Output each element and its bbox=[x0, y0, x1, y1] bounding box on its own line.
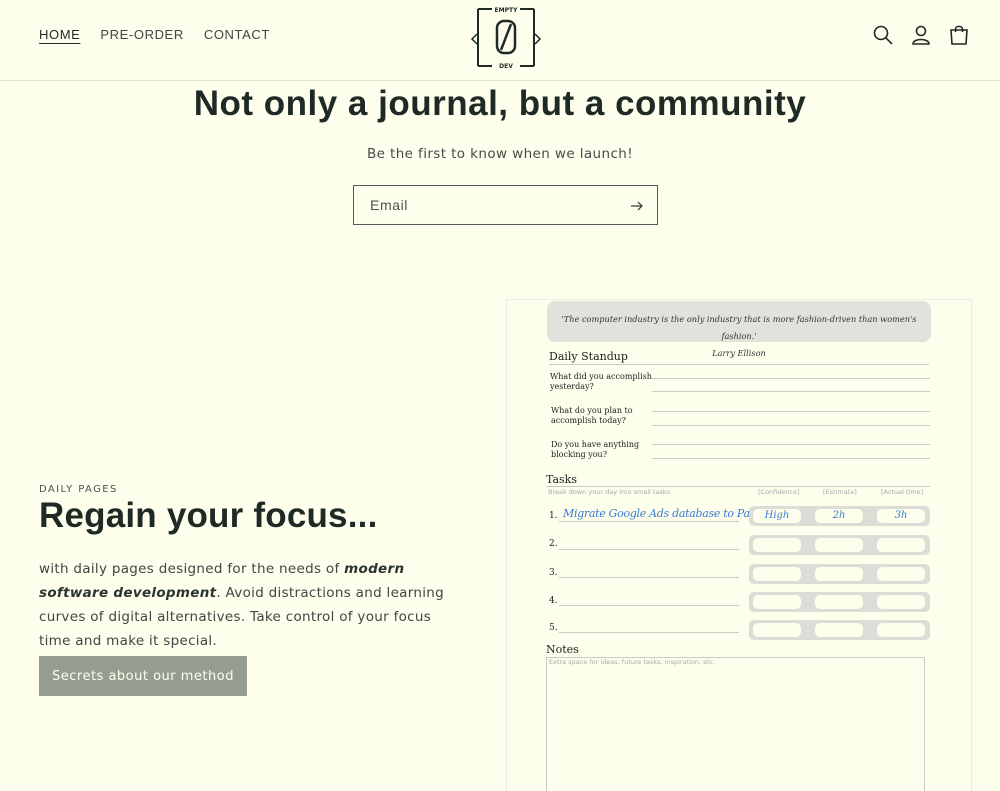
logo-bottom-text: DEV bbox=[499, 63, 513, 70]
newsletter-title: Not only a journal, but a community bbox=[193, 84, 807, 123]
answer-line bbox=[652, 444, 930, 445]
task-metrics bbox=[749, 535, 930, 555]
email-form bbox=[353, 185, 658, 225]
standup-heading: Daily Standup bbox=[549, 350, 628, 363]
feature-title: Regain your focus... bbox=[39, 496, 378, 535]
task-number: 2. bbox=[549, 539, 558, 549]
email-input[interactable] bbox=[354, 186, 614, 224]
standup-question: Do you have anything blocking you? bbox=[551, 440, 639, 460]
empty-pill bbox=[877, 538, 925, 552]
task-number: 1. bbox=[549, 511, 558, 521]
journal-quote-text: 'The computer industry is the only indus… bbox=[561, 314, 917, 341]
empty-pill bbox=[877, 567, 925, 581]
task-number: 5. bbox=[549, 623, 558, 633]
task-line bbox=[559, 521, 739, 522]
question-line: What did you accomplish bbox=[550, 372, 652, 381]
task-text: Migrate Google Ads database to PaaS bbox=[563, 507, 764, 520]
notes-box bbox=[546, 657, 925, 791]
feature-text-before: with daily pages designed for the needs … bbox=[39, 561, 345, 577]
feature-eyebrow: DAILY PAGES bbox=[39, 484, 118, 495]
task-metrics bbox=[749, 564, 930, 584]
notes-heading: Notes bbox=[546, 643, 579, 656]
cart-icon[interactable] bbox=[948, 24, 970, 46]
nav-home[interactable]: HOME bbox=[39, 27, 80, 43]
col-confidence: [Confidence] bbox=[758, 488, 800, 496]
task-line bbox=[559, 549, 739, 550]
col-estimate: [Estimate] bbox=[823, 488, 857, 496]
search-icon[interactable] bbox=[872, 24, 894, 46]
answer-line bbox=[652, 378, 930, 379]
empty-pill bbox=[877, 623, 925, 637]
confidence-value: High bbox=[753, 509, 801, 523]
empty-pill bbox=[815, 567, 863, 581]
header-icons bbox=[872, 24, 970, 46]
divider bbox=[549, 364, 929, 365]
tasks-hint: Break down your day into small tasks bbox=[548, 488, 671, 496]
empty-pill bbox=[753, 538, 801, 552]
empty-pill bbox=[815, 595, 863, 609]
answer-line bbox=[652, 425, 930, 426]
empty-pill bbox=[753, 567, 801, 581]
task-line bbox=[559, 577, 739, 578]
method-cta-button[interactable]: Secrets about our method bbox=[39, 656, 247, 696]
question-line: yesterday? bbox=[550, 382, 594, 391]
estimate-value: 2h bbox=[815, 509, 863, 523]
answer-line bbox=[652, 458, 930, 459]
tasks-heading: Tasks bbox=[546, 473, 577, 486]
question-line: blocking you? bbox=[551, 450, 607, 459]
nav-contact[interactable]: CONTACT bbox=[204, 27, 270, 43]
task-line bbox=[559, 632, 739, 633]
task-number: 3. bbox=[549, 568, 558, 578]
task-line bbox=[559, 605, 739, 606]
empty-pill bbox=[815, 538, 863, 552]
actual-value: 3h bbox=[877, 509, 925, 523]
journal-page-image: 'The computer industry is the only indus… bbox=[506, 299, 972, 791]
task-metrics bbox=[749, 592, 930, 612]
arrow-right-icon[interactable] bbox=[629, 198, 645, 214]
task-metrics bbox=[749, 620, 930, 640]
col-actual: [Actual time] bbox=[881, 488, 924, 496]
empty-pill bbox=[815, 623, 863, 637]
empty-pill bbox=[753, 623, 801, 637]
account-icon[interactable] bbox=[910, 24, 932, 46]
empty-pill bbox=[753, 595, 801, 609]
empty-pill bbox=[877, 595, 925, 609]
standup-question: What do you plan to accomplish today? bbox=[551, 406, 633, 426]
newsletter-subtitle: Be the first to know when we launch! bbox=[366, 146, 634, 162]
standup-question: What did you accomplish yesterday? bbox=[550, 372, 652, 392]
question-line: Do you have anything bbox=[551, 440, 640, 449]
site-logo[interactable]: EMPTY DEV bbox=[470, 4, 542, 70]
nav-pre-order[interactable]: PRE-ORDER bbox=[100, 27, 183, 43]
question-line: accomplish today? bbox=[551, 416, 626, 425]
answer-line bbox=[652, 391, 930, 392]
answer-line bbox=[652, 411, 930, 412]
main-nav: HOME PRE-ORDER CONTACT bbox=[39, 27, 270, 43]
notes-hint: Extra space for ideas, future tasks, ins… bbox=[549, 658, 716, 666]
task-metrics: High 2h 3h bbox=[749, 506, 930, 526]
logo-top-text: EMPTY bbox=[495, 7, 519, 14]
question-line: What do you plan to bbox=[551, 406, 633, 415]
site-header: HOME PRE-ORDER CONTACT EMPTY DEV bbox=[0, 0, 1000, 81]
feature-description: with daily pages designed for the needs … bbox=[39, 557, 459, 653]
journal-quote: 'The computer industry is the only indus… bbox=[547, 301, 931, 358]
divider bbox=[546, 486, 930, 487]
task-number: 4. bbox=[549, 596, 558, 606]
